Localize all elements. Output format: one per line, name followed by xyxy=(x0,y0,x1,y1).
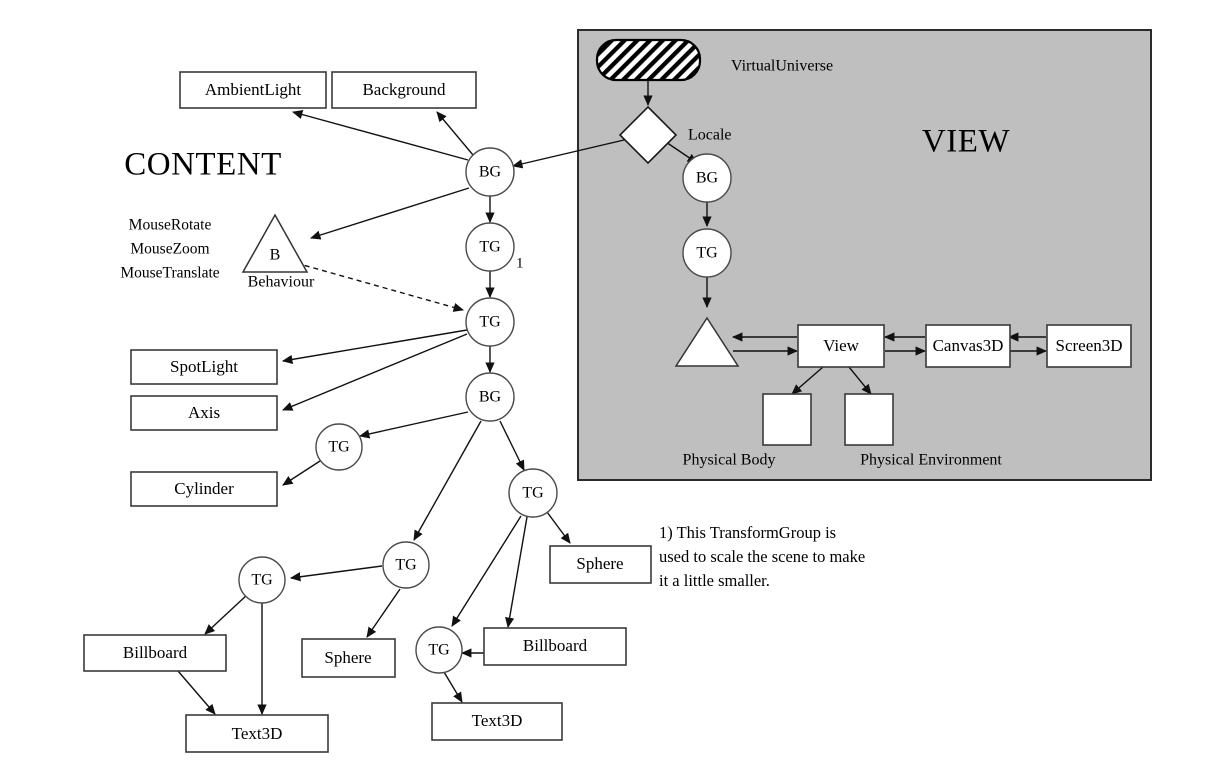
node-physical-body[interactable] xyxy=(762,393,812,446)
node-view-bg[interactable]: BG xyxy=(682,153,732,203)
java3d-scenegraph-diagram: VIEW CONTENT AmbientLight Background Spo… xyxy=(83,29,1152,753)
sphere-right-label: Sphere xyxy=(576,554,623,573)
locale-label: Locale xyxy=(688,127,732,144)
ambientlight-label: AmbientLight xyxy=(205,80,302,99)
node-canvas3d[interactable]: Canvas3D xyxy=(925,324,1011,368)
background-label: Background xyxy=(362,80,446,99)
physical-body-caption: Physical Body xyxy=(683,452,776,469)
node-text3d-right[interactable]: Text3D xyxy=(431,702,563,741)
node-sphere-right[interactable]: Sphere xyxy=(549,545,652,584)
bg-sub-label: BG xyxy=(479,389,502,406)
node-tg-cylinder[interactable]: TG xyxy=(315,423,363,471)
node-physical-environment[interactable] xyxy=(844,393,894,446)
mouse-behaviour-translate: MouseTranslate xyxy=(120,265,219,282)
tg-mouse-label: TG xyxy=(479,314,501,331)
node-cylinder[interactable]: Cylinder xyxy=(130,471,278,507)
axis-label: Axis xyxy=(188,403,220,422)
node-sphere-left[interactable]: Sphere xyxy=(301,638,396,678)
node-tg-mouse[interactable]: TG xyxy=(465,297,515,347)
edge-tg-branch-c-to-text3d-right xyxy=(443,671,463,703)
tg-branch-a-label: TG xyxy=(395,557,417,574)
node-bg-root[interactable]: BG xyxy=(465,147,515,197)
footnote-line-1: 1) This TransformGroup is xyxy=(659,523,836,542)
edge-tg-to-cylinder xyxy=(282,460,321,486)
canvas3d-label: Canvas3D xyxy=(933,336,1004,355)
node-bg-sub[interactable]: BG xyxy=(465,372,515,422)
virtualuniverse-label: VirtualUniverse xyxy=(731,58,833,75)
node-axis[interactable]: Axis xyxy=(130,395,278,431)
sphere-left-label: Sphere xyxy=(324,648,371,667)
screen3d-label: Screen3D xyxy=(1055,336,1122,355)
node-view-tg[interactable]: TG xyxy=(682,228,732,278)
footnote: 1) This TransformGroup is used to scale … xyxy=(659,523,865,590)
edge-behaviour-to-tg-mouse xyxy=(295,262,465,312)
tg-cylinder-label: TG xyxy=(328,439,350,456)
node-text3d-left[interactable]: Text3D xyxy=(185,714,329,753)
edge-billboard-left-to-text3d-left xyxy=(177,670,216,715)
view-bg-label: BG xyxy=(696,170,719,187)
node-behaviour[interactable]: B xyxy=(241,213,309,273)
footnote-line-2: used to scale the scene to make xyxy=(659,547,865,566)
edge-bg-to-behaviour xyxy=(309,187,470,240)
view-section-label: VIEW xyxy=(922,124,1010,160)
diagram-canvas: VIEW CONTENT AmbientLight Background Spo… xyxy=(0,0,1215,776)
node-tg-branch-d[interactable]: TG xyxy=(508,468,558,518)
text3d-left-label: Text3D xyxy=(232,724,283,743)
edge-bg-sub-to-tg-cylinder xyxy=(358,411,469,439)
behaviour-caption: Behaviour xyxy=(248,274,315,291)
tg-branch-c-label: TG xyxy=(428,642,450,659)
node-tg-branch-a[interactable]: TG xyxy=(382,541,430,589)
edge-bg-sub-to-tg-branch-d xyxy=(499,420,525,471)
edge-tg-branch-b-to-billboard-left xyxy=(204,593,249,635)
node-billboard-left[interactable]: Billboard xyxy=(83,634,227,672)
physical-environment-box[interactable] xyxy=(844,393,894,446)
edge-tg-branch-d-to-billboard-right xyxy=(505,516,528,629)
tg-scale-label: TG xyxy=(479,239,501,256)
footnote-line-3: it a little smaller. xyxy=(659,571,770,590)
spotlight-label: SpotLight xyxy=(170,357,238,376)
mouse-behaviour-zoom: MouseZoom xyxy=(130,241,209,258)
billboard-left-label: Billboard xyxy=(123,643,188,662)
behaviour-glyph: B xyxy=(270,247,281,264)
tg-branch-b-label: TG xyxy=(251,572,273,589)
mouse-behaviour-rotate: MouseRotate xyxy=(129,217,212,234)
node-spotlight[interactable]: SpotLight xyxy=(130,349,278,385)
node-tg-branch-b[interactable]: TG xyxy=(238,556,286,604)
cylinder-label: Cylinder xyxy=(174,479,234,498)
node-screen3d[interactable]: Screen3D xyxy=(1046,324,1132,368)
edge-bg-to-ambientlight xyxy=(291,110,469,161)
edge-tg-branch-a-to-sphere-left xyxy=(366,588,401,638)
tg-branch-d-label: TG xyxy=(522,485,544,502)
virtualuniverse-shape[interactable] xyxy=(595,38,702,82)
edge-bg-sub-to-tg-branch-a xyxy=(413,420,482,541)
edge-tg-branch-a-to-tg-branch-b xyxy=(289,565,383,582)
edge-tg-branch-d-to-sphere-right xyxy=(543,507,571,544)
node-view-box[interactable]: View xyxy=(797,324,885,368)
footnote-marker: 1 xyxy=(516,255,524,271)
content-section-label: CONTENT xyxy=(124,147,281,183)
edge-bg-to-background xyxy=(436,111,474,156)
billboard-right-label: Billboard xyxy=(523,636,588,655)
node-tg-branch-c[interactable]: TG xyxy=(415,626,463,674)
physical-environment-caption: Physical Environment xyxy=(860,452,1002,469)
view-box-label: View xyxy=(823,336,860,355)
bg-root-label: BG xyxy=(479,164,502,181)
physical-body-box[interactable] xyxy=(762,393,812,446)
node-ambientlight[interactable]: AmbientLight xyxy=(179,71,327,109)
node-background[interactable]: Background xyxy=(331,71,477,109)
view-tg-label: TG xyxy=(696,245,718,262)
node-billboard-right[interactable]: Billboard xyxy=(483,627,627,666)
node-tg-scale[interactable]: TG xyxy=(465,222,515,272)
text3d-right-label: Text3D xyxy=(472,711,523,730)
